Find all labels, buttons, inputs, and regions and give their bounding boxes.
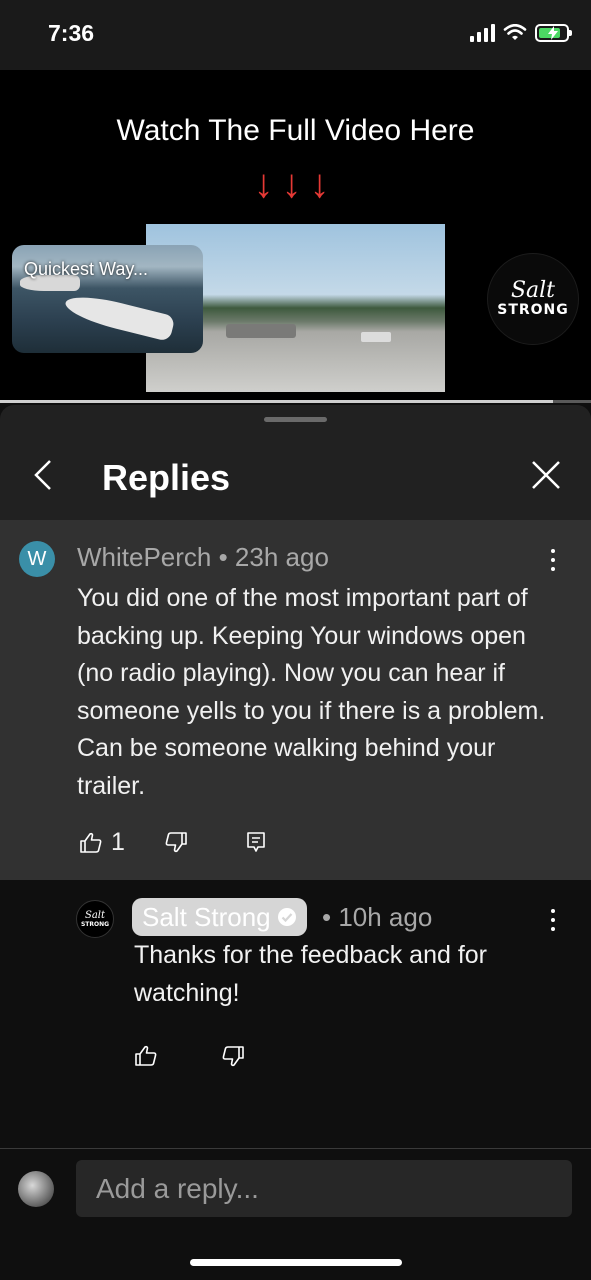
video-overlay-title: Watch The Full Video Here [116,114,475,147]
status-time: 7:36 [48,20,95,46]
creator-author-chip[interactable]: Salt Strong [132,898,307,936]
reply-comment: Salt STRONG Salt Strong • 10h ago Thanks… [0,880,591,1148]
more-options-button[interactable] [543,900,563,940]
comment: W WhitePerch • 23h ago You did one of th… [0,520,591,880]
thumbs-up-icon [135,1045,157,1066]
video-thumbnail-card[interactable]: Quickest Way... [12,245,203,353]
battery-charging-icon [535,24,572,42]
back-button[interactable] [24,455,64,495]
more-options-button[interactable] [543,540,563,580]
video-progress-bar[interactable] [0,400,591,403]
thumbnail-label: Quickest Way... [24,259,149,279]
home-indicator[interactable] [190,1259,402,1266]
like-count: 1 [111,828,125,856]
comment-text: You did one of the most important part o… [77,584,546,800]
thumbs-up-icon [80,832,102,853]
verified-check-icon [277,908,296,926]
like-button[interactable] [132,1042,160,1070]
dislike-button[interactable] [219,1042,247,1070]
status-bar: 7:36 [0,0,591,70]
panel-title: Replies [102,457,231,498]
dislike-button[interactable] [162,828,190,856]
reply-composer [0,1149,591,1280]
reply-button[interactable] [242,828,270,856]
progress-fill [0,400,553,403]
reply-time: • 10h ago [322,902,433,932]
like-button[interactable]: 1 [77,828,125,857]
reply-comment-icon [247,832,265,852]
close-icon [532,461,560,489]
status-icons [470,24,572,42]
chevron-left-icon [34,460,51,490]
reply-input[interactable] [76,1160,572,1217]
drag-handle[interactable] [264,417,327,422]
close-button[interactable] [526,455,566,495]
replies-panel: Replies W WhitePerch • 23h ago You did o… [0,405,591,1280]
comment-meta: WhitePerch • 23h ago [77,542,329,572]
salt-strong-logo: Salt STRONG [487,253,579,345]
user-avatar[interactable] [18,1171,54,1207]
avatar[interactable]: Salt STRONG [76,900,114,938]
cellular-signal-icon [470,24,495,42]
wifi-icon [503,24,527,40]
down-arrows-icon: ↓↓↓ [253,162,338,206]
video-player[interactable]: Watch The Full Video Here ↓↓↓ Quickest W… [0,70,591,402]
reply-author: Salt Strong [142,901,271,932]
reply-text: Thanks for the feedback and for watching… [134,941,487,1007]
avatar[interactable]: W [19,541,55,577]
thumbs-down-icon [222,1046,244,1067]
thumbs-down-icon [165,832,187,853]
